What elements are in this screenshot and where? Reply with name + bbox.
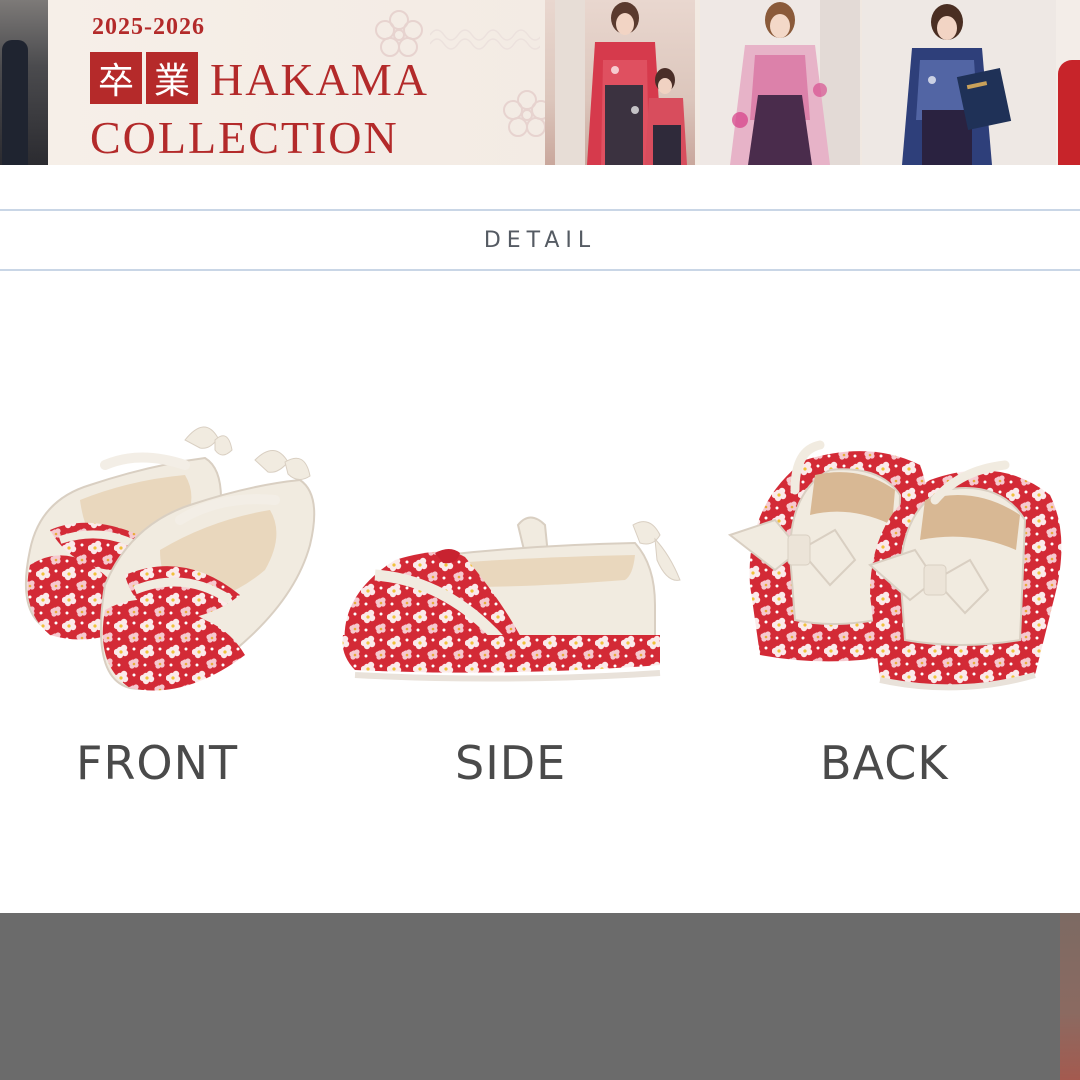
collection-year: 2025-2026 [92, 14, 205, 40]
side-view-shoe-image[interactable] [335, 505, 690, 700]
kanji-tile: 卒 [90, 52, 142, 104]
model-photo-3 [862, 0, 1056, 165]
model-photo-2 [700, 0, 860, 165]
side-view-label: SIDE [455, 736, 567, 790]
banner-left-edge-photo [0, 0, 48, 165]
detail-heading: DETAIL [483, 227, 597, 253]
hakama-collection-banner[interactable]: 2025-2026 卒 業 HAKAMA COLLECTION [0, 0, 1080, 165]
back-view-shoe-image[interactable] [720, 435, 1070, 700]
back-view-label: BACK [820, 736, 949, 790]
banner-right-edge-photo [1056, 0, 1080, 165]
next-image-edge-peek [1060, 913, 1080, 1080]
detail-section-header: DETAIL [0, 209, 1080, 271]
wave-pattern-icon [430, 29, 540, 50]
banner-title-collection: COLLECTION [90, 112, 399, 163]
kanji-tile: 業 [146, 52, 198, 104]
front-view-shoe-image[interactable] [10, 410, 330, 710]
bottom-overlay-area [0, 913, 1080, 1080]
graduation-kanji: 卒 業 [90, 52, 198, 104]
banner-title-hakama: HAKAMA [210, 54, 429, 105]
suit-figure [2, 40, 28, 165]
model-photo-1 [545, 0, 695, 165]
red-kimono-fragment [1058, 60, 1080, 165]
front-view-label: FRONT [76, 736, 239, 790]
